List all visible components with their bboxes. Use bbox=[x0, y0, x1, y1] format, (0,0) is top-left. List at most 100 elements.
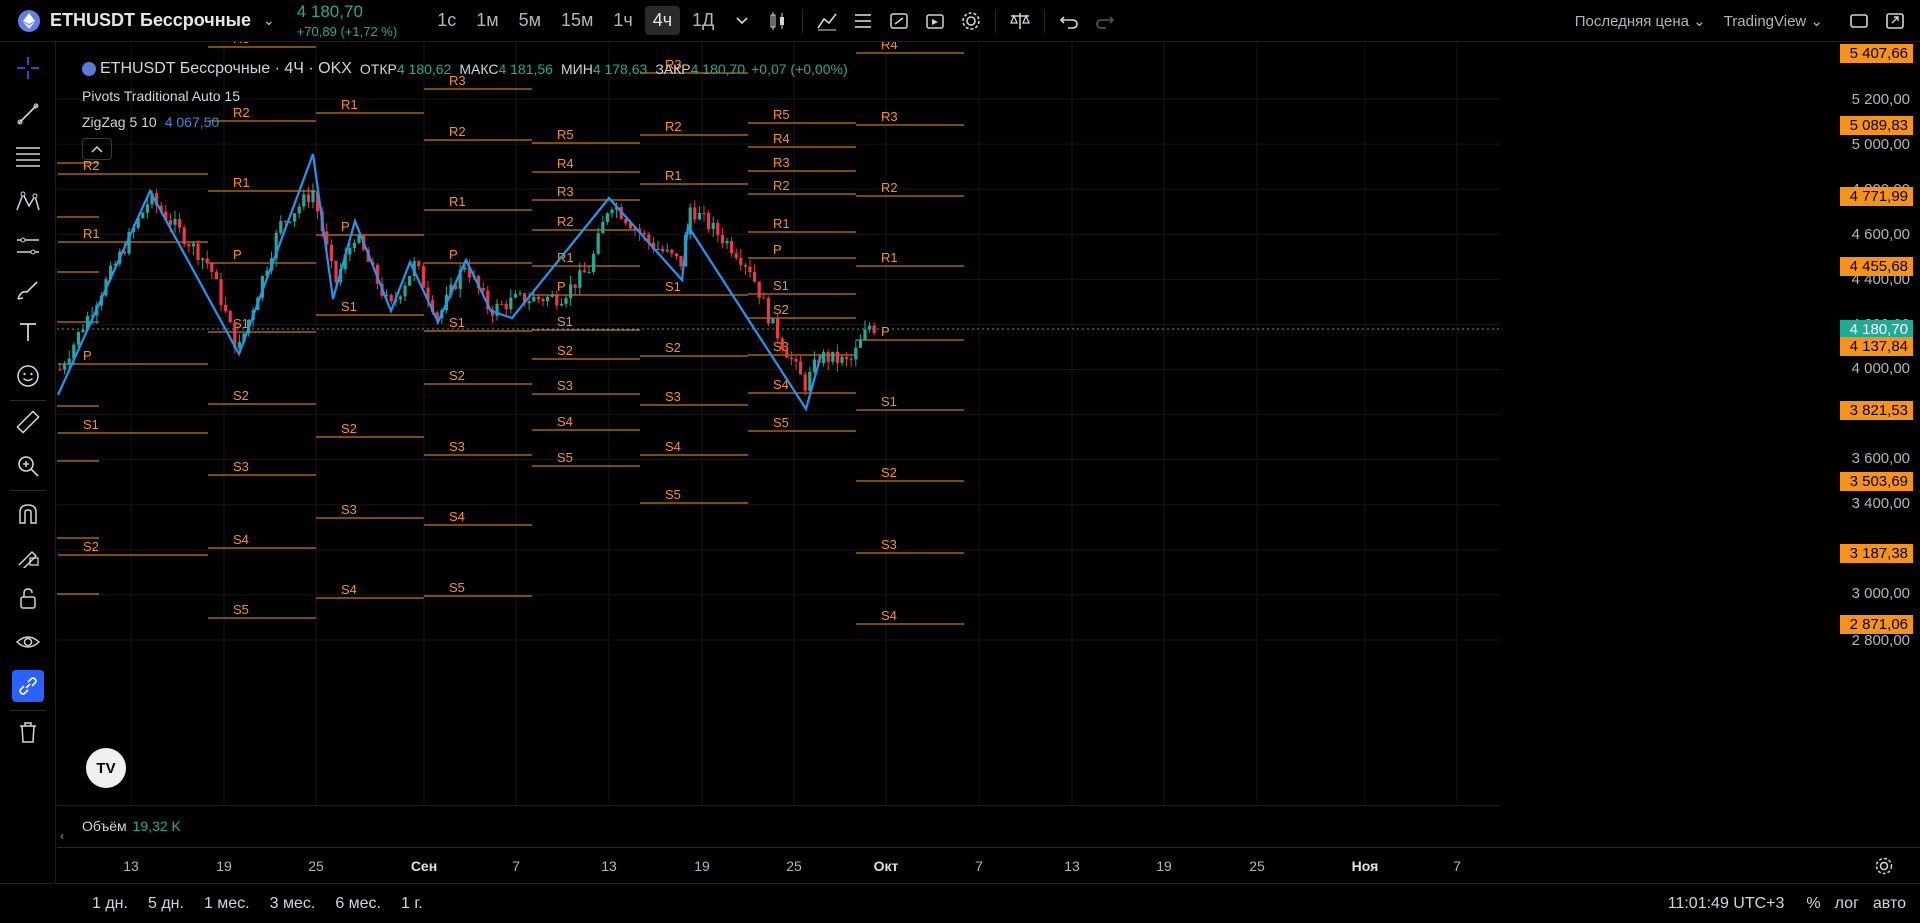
indicator-zigzag[interactable]: ZigZag 5 10 4 067,50 bbox=[82, 114, 848, 130]
range-1m[interactable]: 1 мес. bbox=[200, 895, 254, 913]
brush-icon[interactable] bbox=[14, 276, 42, 304]
clock[interactable]: 11:01:49 UTC+3 bbox=[1668, 895, 1785, 913]
price-tag-label: 3 187,38 bbox=[1850, 545, 1908, 562]
sync-link-icon[interactable] bbox=[12, 670, 44, 702]
trash-icon[interactable] bbox=[14, 718, 42, 746]
candle-body bbox=[58, 369, 62, 371]
last-price: 4 180,70 bbox=[296, 2, 363, 21]
emoji-icon[interactable] bbox=[14, 362, 42, 390]
candle-body bbox=[831, 351, 835, 362]
timeframe-1d[interactable]: 1Д bbox=[684, 6, 722, 35]
alert-icon[interactable] bbox=[884, 6, 914, 36]
timeframe-dropdown-chevron-icon[interactable] bbox=[727, 6, 757, 36]
candle-body bbox=[403, 285, 407, 297]
candle-body bbox=[725, 240, 729, 244]
candle-body bbox=[532, 296, 536, 302]
candle-body bbox=[642, 232, 646, 235]
timeframe-5m[interactable]: 5м bbox=[511, 6, 549, 35]
timeframe-1m[interactable]: 1м bbox=[468, 6, 506, 35]
indicator-templates-icon[interactable] bbox=[848, 6, 878, 36]
lock-drawing-icon[interactable] bbox=[14, 542, 42, 570]
forecasting-tool-icon[interactable] bbox=[14, 232, 42, 260]
pattern-tool-icon[interactable] bbox=[14, 188, 42, 216]
range-1d[interactable]: 1 дн. bbox=[88, 895, 132, 913]
pivot-label: S1 bbox=[773, 278, 789, 293]
range-3m[interactable]: 3 мес. bbox=[266, 895, 320, 913]
symbol-search[interactable]: ETHUSDT Бессрочные ⌄ bbox=[0, 0, 297, 42]
candle-body bbox=[187, 244, 191, 247]
auto-toggle[interactable]: авто bbox=[1873, 895, 1906, 913]
eye-icon[interactable] bbox=[14, 628, 42, 656]
bottom-toolbar: 1 дн. 5 дн. 1 мес. 3 мес. 6 мес. 1 г. 11… bbox=[0, 883, 1920, 923]
time-axis-settings-icon[interactable] bbox=[1874, 856, 1894, 879]
pivot-label: S2 bbox=[881, 465, 897, 480]
candle-body bbox=[408, 275, 412, 286]
candle-body bbox=[578, 270, 582, 288]
log-toggle[interactable]: лог bbox=[1835, 895, 1859, 913]
timeframe-15m[interactable]: 15м bbox=[553, 6, 601, 35]
candle-body bbox=[555, 295, 559, 306]
trend-line-icon[interactable] bbox=[14, 100, 42, 128]
time-tick-label: 7 bbox=[512, 858, 520, 874]
pivot-label: P bbox=[773, 242, 782, 257]
tradingview-logo-icon[interactable]: TV bbox=[86, 748, 126, 788]
timeframe-4h[interactable]: 4ч bbox=[644, 6, 681, 35]
pivot-label: S3 bbox=[341, 502, 357, 517]
timeframe-1h[interactable]: 1ч bbox=[605, 6, 640, 35]
time-tick-label: Ноя bbox=[1351, 858, 1379, 874]
settings-gear-icon[interactable] bbox=[956, 6, 986, 36]
percent-toggle[interactable]: % bbox=[1806, 895, 1820, 913]
candle-body bbox=[776, 317, 780, 339]
ethereum-logo-icon bbox=[18, 9, 40, 32]
magnet-icon[interactable] bbox=[14, 500, 42, 528]
zigzag-line bbox=[57, 153, 823, 412]
volume-pane: Объём 19,32 K bbox=[57, 805, 1500, 847]
range-1y[interactable]: 1 г. bbox=[397, 895, 427, 913]
legend-collapse-button[interactable] bbox=[82, 138, 112, 160]
price-tick-label: 5 200,00 bbox=[1852, 91, 1910, 108]
candle-body bbox=[463, 267, 467, 270]
symbol-name[interactable]: ETHUSDT Бессрочные bbox=[50, 10, 251, 31]
range-6m[interactable]: 6 мес. bbox=[331, 895, 385, 913]
pivot-label: S1 bbox=[665, 279, 681, 294]
pivot-label: R2 bbox=[557, 214, 574, 229]
price-tag-label: 3 821,53 bbox=[1850, 402, 1908, 419]
toolbar-divider bbox=[10, 710, 46, 711]
chart-legend: ETHUSDT Бессрочные · 4Ч · OKX ОТКР 4 180,… bbox=[82, 60, 848, 160]
candle-body bbox=[656, 248, 660, 250]
pivot-label: S3 bbox=[665, 389, 681, 404]
range-5d[interactable]: 5 дн. bbox=[144, 895, 188, 913]
crosshair-icon[interactable] bbox=[14, 54, 42, 82]
unlock-icon[interactable] bbox=[14, 584, 42, 612]
text-tool-icon[interactable] bbox=[14, 318, 42, 346]
pivot-label: S3 bbox=[233, 459, 249, 474]
zoom-in-icon[interactable] bbox=[14, 452, 42, 480]
candle-body bbox=[702, 212, 706, 214]
pivot-label: R2 bbox=[83, 158, 100, 173]
undo-icon[interactable] bbox=[1054, 6, 1084, 36]
candle-body bbox=[509, 297, 513, 310]
redo-icon[interactable] bbox=[1090, 6, 1120, 36]
ruler-icon[interactable] bbox=[14, 408, 42, 436]
fib-retracement-icon[interactable] bbox=[14, 142, 42, 170]
candle-body bbox=[822, 352, 826, 364]
toolbar-divider bbox=[995, 8, 997, 33]
indicators-icon[interactable] bbox=[812, 6, 842, 36]
time-axis[interactable]: 13 19 25 Сен 7 13 19 25 Окт 7 13 19 25 Ноя 7 bbox=[57, 847, 1920, 883]
candle-body bbox=[513, 293, 517, 298]
price-tag-label: 4 180,70 bbox=[1850, 321, 1908, 338]
replay-icon[interactable] bbox=[920, 6, 950, 36]
price-axis[interactable]: 5 200,005 000,004 800,004 600,004 400,00… bbox=[1500, 0, 1920, 805]
timeframe-1s[interactable]: 1с bbox=[429, 6, 464, 35]
candles-chart-type-icon[interactable] bbox=[763, 6, 793, 36]
candle-body bbox=[794, 358, 798, 362]
pivot-label: S4 bbox=[449, 509, 465, 524]
pivot-label: S5 bbox=[557, 450, 573, 465]
compare-scale-icon[interactable] bbox=[1005, 6, 1035, 36]
indicator-pivots-label: Pivots Traditional Auto 15 bbox=[82, 88, 240, 104]
legend-title[interactable]: ETHUSDT Бессрочные · 4Ч · OKX bbox=[100, 60, 352, 78]
pivot-label: R3 bbox=[881, 109, 898, 124]
chevron-down-icon[interactable]: ⌄ bbox=[263, 12, 275, 29]
bottom-right-controls: 11:01:49 UTC+3 % лог авто bbox=[1668, 884, 1920, 923]
indicator-pivots[interactable]: Pivots Traditional Auto 15 bbox=[82, 88, 848, 104]
